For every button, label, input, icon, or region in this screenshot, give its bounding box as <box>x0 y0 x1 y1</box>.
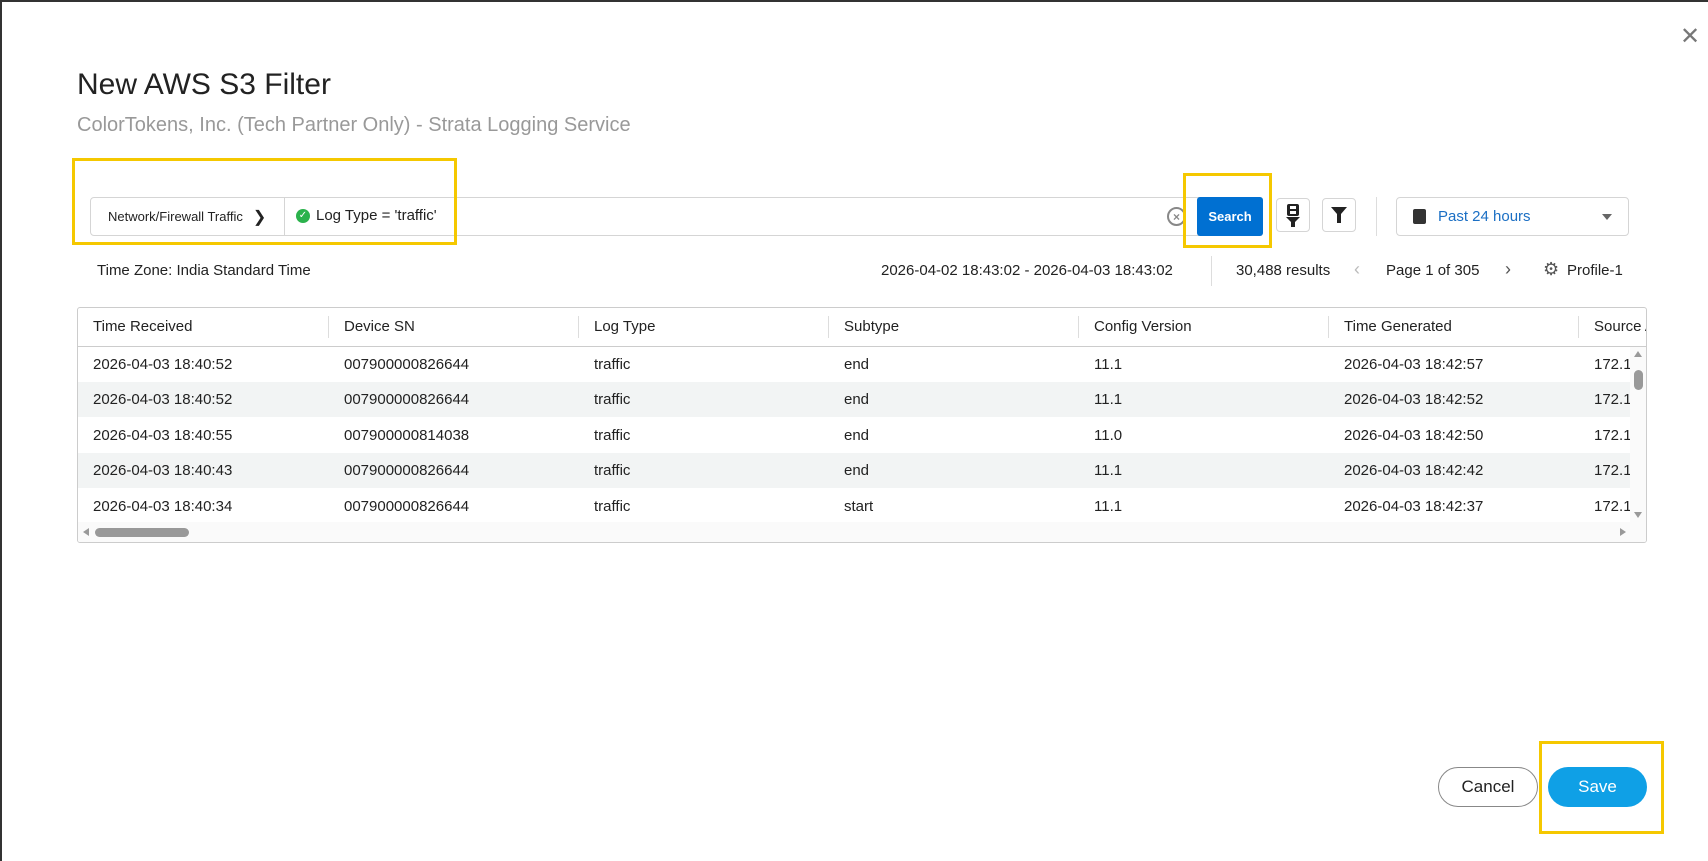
table-cell: 2026-04-03 18:42:52 <box>1344 391 1484 409</box>
table-cell: 11.1 <box>1094 462 1123 480</box>
scroll-right-icon[interactable] <box>1620 528 1626 536</box>
table-cell: traffic <box>594 497 631 515</box>
time-range-value: Past 24 hours <box>1438 208 1531 225</box>
gear-icon[interactable]: ⚙ <box>1543 259 1559 280</box>
next-page-icon[interactable]: › <box>1505 259 1511 280</box>
page-indicator: Page 1 of 305 <box>1386 262 1480 279</box>
results-count: 30,488 results <box>1236 262 1331 279</box>
save-filter-icon <box>1286 204 1300 227</box>
scroll-thumb[interactable] <box>95 528 189 537</box>
filter-button[interactable] <box>1322 198 1356 232</box>
scroll-up-icon[interactable] <box>1634 351 1642 357</box>
table-row[interactable]: 2026-04-03 18:40:55 007900000814038 traffi… <box>78 418 1632 453</box>
horizontal-scrollbar[interactable] <box>78 522 1646 542</box>
new-aws-s3-filter-dialog: New AWS S3 Filter ColorTokens, Inc. (Tec… <box>0 0 1708 861</box>
table-cell: traffic <box>594 462 631 480</box>
close-icon[interactable]: ✕ <box>1680 22 1700 51</box>
calendar-icon <box>1413 209 1426 224</box>
table-cell: end <box>844 391 870 409</box>
divider <box>1376 197 1377 236</box>
table-cell: 2026-04-03 18:42:50 <box>1344 426 1484 444</box>
table-cell: 11.1 <box>1094 497 1123 515</box>
table-cell: traffic <box>594 391 631 409</box>
cancel-button[interactable]: Cancel <box>1438 767 1538 807</box>
dialog-title: New AWS S3 Filter <box>77 68 331 101</box>
scroll-down-icon[interactable] <box>1634 512 1642 518</box>
table-cell: end <box>844 356 870 373</box>
table-cell: 2026-04-03 18:42:37 <box>1344 497 1484 515</box>
date-range: 2026-04-02 18:43:02 - 2026-04-03 18:43:0… <box>881 262 1173 279</box>
table-row[interactable]: 2026-04-03 18:40:34 007900000826644 traffi… <box>78 489 1632 524</box>
table-cell: 172.1 <box>1594 426 1632 444</box>
table-cell: 11.1 <box>1094 391 1123 409</box>
table-header: Time Received Device SN Log Type Subtype… <box>78 308 1646 347</box>
column-header[interactable]: Time Received <box>93 318 192 335</box>
log-table: Time Received Device SN Log Type Subtype… <box>77 307 1647 543</box>
table-cell: traffic <box>594 356 631 373</box>
table-cell: 2026-04-03 18:42:42 <box>1344 462 1484 480</box>
dialog-subtitle: ColorTokens, Inc. (Tech Partner Only) - … <box>77 114 631 136</box>
scroll-thumb[interactable] <box>1634 370 1643 390</box>
column-header[interactable]: Config Version <box>1094 318 1192 335</box>
time-range-dropdown[interactable]: Past 24 hours <box>1396 197 1629 236</box>
table-cell: 2026-04-03 18:40:52 <box>93 356 233 373</box>
table-cell: 11.0 <box>1094 426 1123 444</box>
save-filter-button[interactable] <box>1276 198 1310 232</box>
table-row[interactable]: 2026-04-03 18:40:52 007900000826644 traffi… <box>78 382 1632 418</box>
table-cell: 172.1 <box>1594 462 1632 480</box>
table-cell: 172.1 <box>1594 497 1632 515</box>
table-cell: 2026-04-03 18:40:52 <box>93 391 233 409</box>
column-header[interactable]: Source A <box>1594 318 1646 335</box>
caret-down-icon <box>1602 214 1612 220</box>
column-header[interactable]: Time Generated <box>1344 318 1452 335</box>
table-cell: end <box>844 462 870 480</box>
vertical-scrollbar[interactable] <box>1630 347 1646 522</box>
table-cell: 11.1 <box>1094 356 1123 373</box>
table-cell: 007900000814038 <box>344 426 470 444</box>
filter-icon <box>1331 207 1347 223</box>
highlight-box <box>72 158 457 245</box>
table-cell: 007900000826644 <box>344 497 470 515</box>
table-row[interactable]: 2026-04-03 18:40:43 007900000826644 traffi… <box>78 453 1632 489</box>
table-cell: 007900000826644 <box>344 462 470 480</box>
table-cell: end <box>844 426 870 444</box>
column-header[interactable]: Log Type <box>594 318 655 335</box>
scroll-left-icon[interactable] <box>83 528 89 536</box>
table-row[interactable]: 2026-04-03 18:40:52 007900000826644 traffi… <box>78 347 1632 382</box>
table-cell: 2026-04-03 18:42:57 <box>1344 356 1484 373</box>
column-header[interactable]: Device SN <box>344 318 415 335</box>
table-cell: start <box>844 497 874 515</box>
table-cell: 2026-04-03 18:40:55 <box>93 426 233 444</box>
profile-selector[interactable]: Profile-1 <box>1567 262 1623 279</box>
table-cell: 007900000826644 <box>344 391 470 409</box>
highlight-box <box>1539 741 1664 834</box>
table-cell: 172.1 <box>1594 356 1632 373</box>
time-zone: Time Zone: India Standard Time <box>97 262 311 279</box>
highlight-box <box>1183 173 1272 248</box>
prev-page-icon[interactable]: ‹ <box>1354 259 1360 280</box>
column-header[interactable]: Subtype <box>844 318 899 335</box>
table-cell: 2026-04-03 18:40:43 <box>93 462 233 480</box>
table-cell: 172.1 <box>1594 391 1632 409</box>
table-cell: traffic <box>594 426 631 444</box>
divider <box>1211 256 1212 286</box>
table-cell: 2026-04-03 18:40:34 <box>93 497 233 515</box>
table-cell: 007900000826644 <box>344 356 470 373</box>
